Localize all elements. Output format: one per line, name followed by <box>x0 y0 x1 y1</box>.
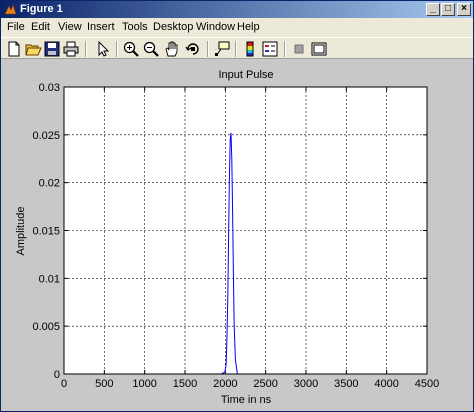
minimize-button[interactable]: _ <box>426 3 440 16</box>
toolbar-separator <box>284 41 286 57</box>
x-tick-label: 2000 <box>213 378 237 390</box>
y-tick-label: 0.02 <box>39 178 60 190</box>
x-tick-label: 4000 <box>374 378 398 390</box>
menu-help[interactable]: Help <box>237 21 260 34</box>
maximize-button[interactable]: □ <box>441 3 455 16</box>
x-tick-label: 2500 <box>253 378 277 390</box>
rotate-3d-icon[interactable] <box>184 40 202 58</box>
show-plot-tools-icon[interactable] <box>310 40 328 58</box>
toolbar-separator <box>85 41 87 57</box>
toolbar-separator <box>207 41 209 57</box>
x-tick-label: 3500 <box>334 378 358 390</box>
window-title: Figure 1 <box>20 3 63 15</box>
x-tick-labels: 0 500 1000 1500 2000 2500 3000 3500 4000 4500 <box>61 378 439 390</box>
zoom-in-icon[interactable] <box>122 40 140 58</box>
x-tick-label: 0 <box>61 378 67 390</box>
menu-insert[interactable]: Insert <box>87 21 115 34</box>
figure-toolbar <box>1 37 473 59</box>
menu-tools[interactable]: Tools <box>122 21 148 34</box>
menu-view[interactable]: View <box>58 21 82 34</box>
toolbar-separator <box>116 41 118 57</box>
y-axis-label: Amplitude <box>15 207 27 256</box>
x-tick-label: 3000 <box>294 378 318 390</box>
hide-plot-tools-icon[interactable] <box>290 40 308 58</box>
title-bar[interactable]: Figure 1 _ □ × <box>1 1 473 18</box>
y-tick-label: 0.03 <box>39 82 60 94</box>
figure-canvas: Input Pulse 0 500 1000 1500 2000 2500 3000 3500… <box>1 59 473 411</box>
close-button[interactable]: × <box>457 3 471 16</box>
figure-window: Figure 1 _ □ × File Edit View Insert Too… <box>0 0 474 412</box>
insert-legend-icon[interactable] <box>261 40 279 58</box>
y-tick-label: 0.025 <box>32 130 60 142</box>
pan-hand-icon[interactable] <box>163 40 181 58</box>
menu-bar: File Edit View Insert Tools Desktop Wind… <box>1 18 473 37</box>
x-tick-label: 1000 <box>132 378 156 390</box>
x-tick-label: 500 <box>95 378 113 390</box>
matlab-figure-icon <box>4 4 17 15</box>
print-icon[interactable] <box>62 40 80 58</box>
data-cursor-icon[interactable] <box>213 40 231 58</box>
new-figure-icon[interactable] <box>5 40 23 58</box>
x-axis-label: Time in ns <box>221 394 272 406</box>
menu-desktop[interactable]: Desktop <box>153 21 193 34</box>
x-tick-label: 1500 <box>173 378 197 390</box>
open-file-icon[interactable] <box>24 40 42 58</box>
toolbar-separator <box>235 41 237 57</box>
y-tick-label: 0.005 <box>32 321 60 333</box>
y-tick-labels: 0 0.005 0.01 0.015 0.02 0.025 0.03 <box>32 82 60 381</box>
x-tick-label: 4500 <box>415 378 439 390</box>
y-tick-label: 0.015 <box>32 226 60 238</box>
y-tick-label: 0.01 <box>39 273 60 285</box>
y-tick-label: 0 <box>54 369 60 381</box>
zoom-out-icon[interactable] <box>142 40 160 58</box>
insert-colorbar-icon[interactable] <box>241 40 259 58</box>
menu-edit[interactable]: Edit <box>31 21 50 34</box>
chart-title: Input Pulse <box>218 69 273 81</box>
line-plot[interactable]: Input Pulse 0 500 1000 1500 2000 2500 3000 3500… <box>1 59 473 411</box>
menu-window[interactable]: Window <box>196 21 235 34</box>
menu-file[interactable]: File <box>7 21 25 34</box>
save-icon[interactable] <box>43 40 61 58</box>
edit-plot-arrow-icon[interactable] <box>94 40 112 58</box>
